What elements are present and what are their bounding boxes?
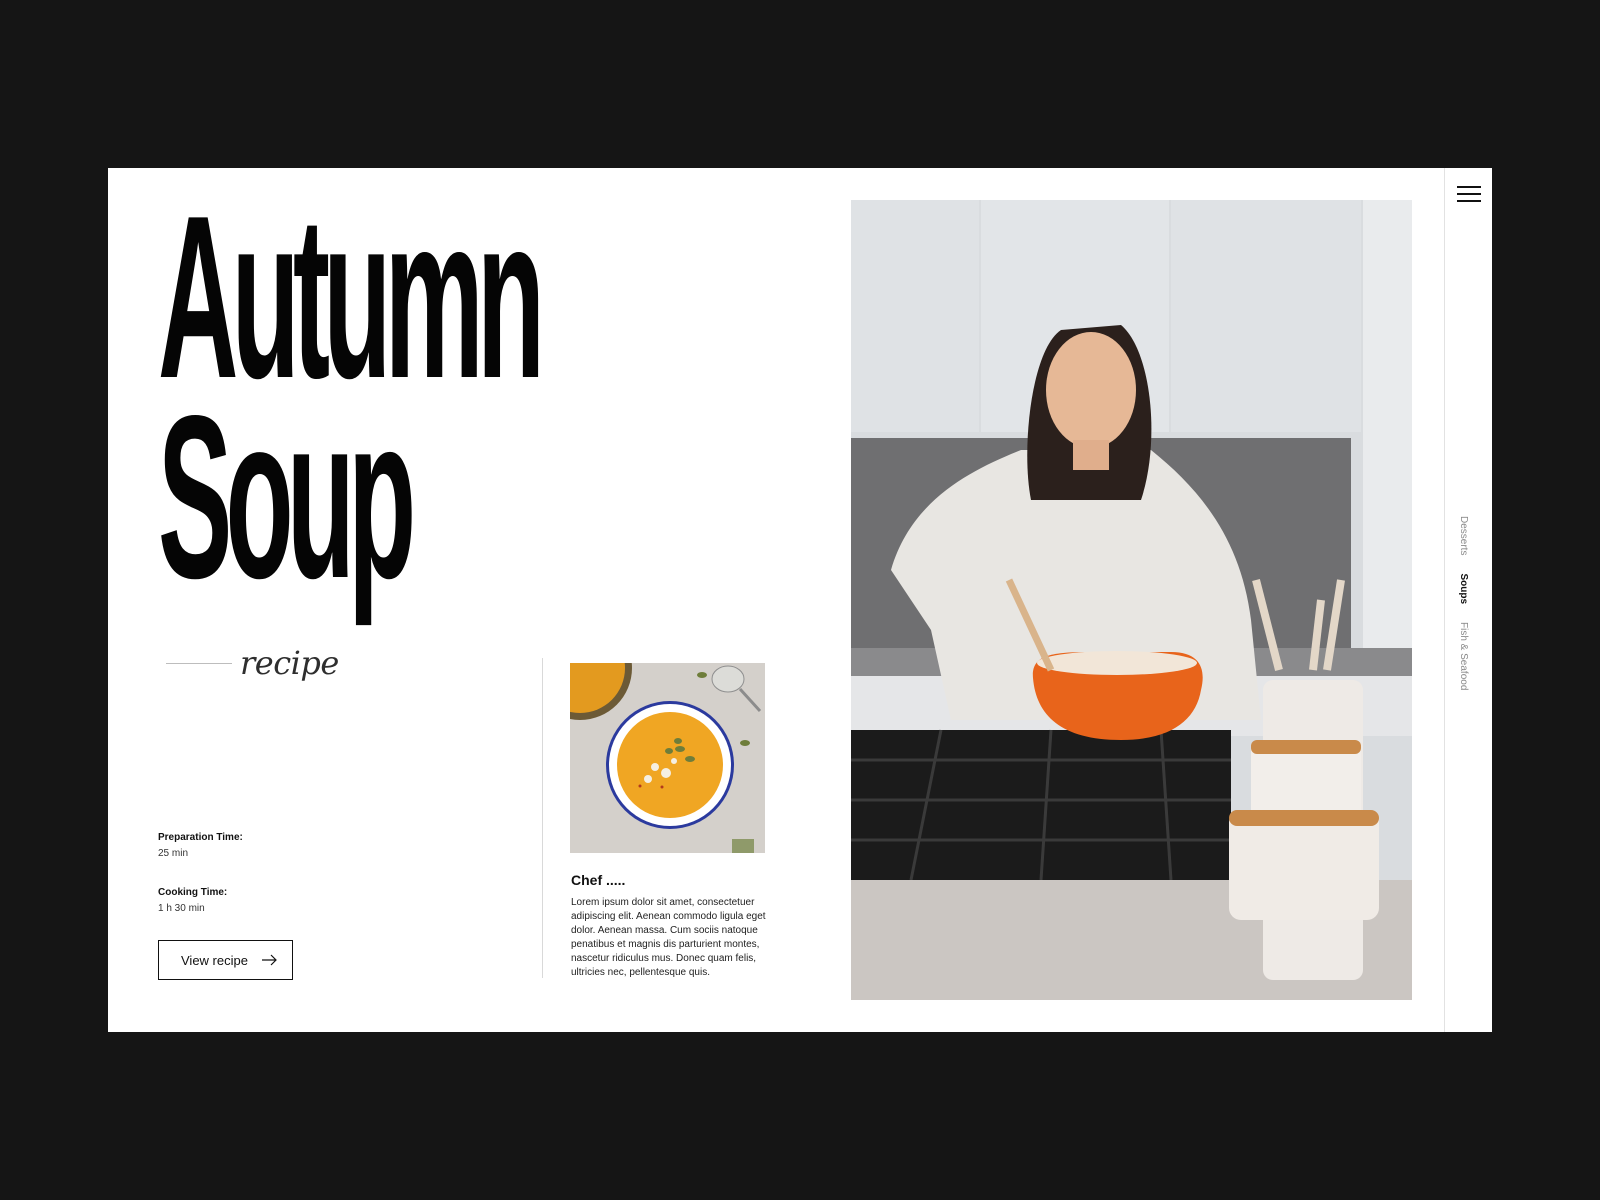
prep-time: Preparation Time: 25 min: [158, 832, 243, 859]
chef-title: Chef .....: [571, 872, 626, 888]
nav-item-desserts[interactable]: Desserts: [1458, 516, 1469, 555]
cook-time-value: 1 h 30 min: [158, 903, 205, 914]
cook-time-label: Cooking Time:: [158, 887, 228, 898]
recipe-tag: recipe: [166, 644, 339, 682]
category-nav: Desserts Soups Fish & Seafood: [1458, 516, 1469, 690]
arrow-right-icon: [262, 954, 278, 966]
tag-label: recipe: [240, 644, 339, 682]
view-recipe-label: View recipe: [181, 952, 248, 968]
chef-description: Lorem ipsum dolor sit amet, consectetuer…: [571, 897, 766, 978]
recipe-card: Autumn Soup recipe Preparation Time: 25 …: [108, 168, 1492, 1032]
nav-item-soups[interactable]: Soups: [1458, 573, 1469, 604]
vertical-divider: [542, 658, 543, 978]
page-title: Autumn Soup: [158, 182, 545, 627]
prep-time-label: Preparation Time:: [158, 832, 243, 843]
hero-photo-cooking: [851, 200, 1412, 1000]
soup-bowl-image: [570, 663, 765, 853]
title-line-2: Soup: [158, 368, 416, 627]
nav-item-fish-seafood[interactable]: Fish & Seafood: [1458, 622, 1469, 690]
cook-time: Cooking Time: 1 h 30 min: [158, 887, 227, 914]
hamburger-menu-icon[interactable]: [1457, 186, 1481, 206]
view-recipe-button[interactable]: View recipe: [158, 940, 293, 980]
tag-divider-line: [166, 662, 232, 664]
side-rail: Desserts Soups Fish & Seafood: [1444, 168, 1492, 1032]
prep-time-value: 25 min: [158, 848, 189, 859]
